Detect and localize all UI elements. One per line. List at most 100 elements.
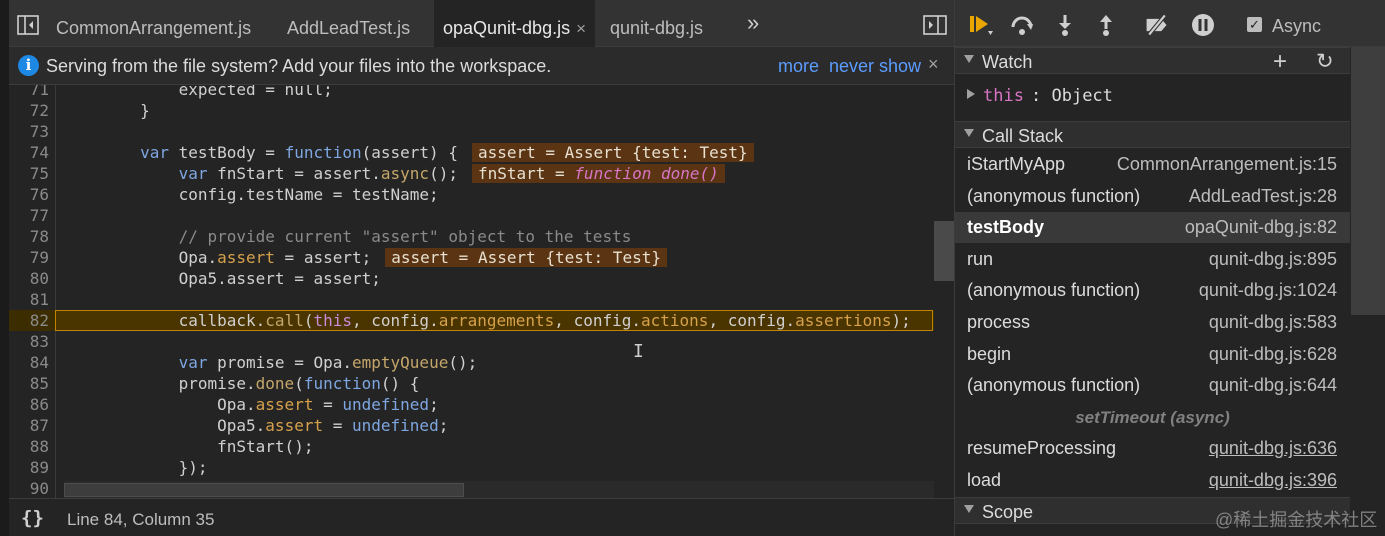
collapse-triangle-icon[interactable] xyxy=(964,505,974,513)
infobar-close-icon[interactable]: × xyxy=(928,54,939,75)
deactivate-breakpoints-icon[interactable] xyxy=(1144,13,1170,37)
async-call-frame[interactable]: resumeProcessing qunit-dbg.js:636 xyxy=(955,433,1350,464)
line-number[interactable]: 77 xyxy=(9,205,49,226)
code-line[interactable]: 83 xyxy=(9,331,934,352)
line-number[interactable]: 85 xyxy=(9,373,49,394)
line-number[interactable]: 82 xyxy=(9,310,49,331)
tab-overflow-icon[interactable]: » xyxy=(747,10,759,36)
add-watch-icon[interactable]: + xyxy=(1273,48,1287,76)
line-number[interactable]: 73 xyxy=(9,121,49,142)
pretty-print-button[interactable]: {} xyxy=(21,507,44,529)
editor-scrollbar-thumb[interactable] xyxy=(934,221,954,281)
collapse-triangle-icon[interactable] xyxy=(964,129,974,137)
call-stack-section-header[interactable]: Call Stack xyxy=(955,121,1350,148)
execution-line[interactable]: 82 callback.call(this, config.arrangemen… xyxy=(9,310,934,331)
call-frame[interactable]: (anonymous function) qunit-dbg.js:644 xyxy=(955,370,1350,401)
call-frame[interactable]: run qunit-dbg.js:895 xyxy=(955,244,1350,275)
line-number[interactable]: 78 xyxy=(9,226,49,247)
infobar-never-show-link[interactable]: never show xyxy=(829,56,921,77)
frame-function-name: load xyxy=(967,470,1002,490)
editor-pane: CommonArrangement.js AddLeadTest.js opaQ… xyxy=(0,0,954,536)
code-line[interactable]: 88 fnStart(); xyxy=(9,436,934,457)
line-number[interactable]: 71 xyxy=(9,85,49,100)
code-text: var fnStart = assert.async(); fnStart = f… xyxy=(63,163,725,184)
line-number[interactable]: 79 xyxy=(9,247,49,268)
call-frame[interactable]: (anonymous function) qunit-dbg.js:1024 xyxy=(955,275,1350,306)
code-line[interactable]: 86 Opa.assert = undefined; xyxy=(9,394,934,415)
debugger-sections: Watch + ↻ this : Object Call Stack iStar… xyxy=(955,47,1350,536)
code-line[interactable]: 84 var promise = Opa.emptyQueue(); xyxy=(9,352,934,373)
code-line[interactable]: 80 Opa5.assert = assert; xyxy=(9,268,934,289)
line-number[interactable]: 74 xyxy=(9,142,49,163)
line-number[interactable]: 83 xyxy=(9,331,49,352)
code-text: callback.call(this, config.arrangements,… xyxy=(63,311,911,330)
line-number[interactable]: 89 xyxy=(9,457,49,478)
pause-on-exceptions-icon[interactable] xyxy=(1190,13,1216,37)
code-line[interactable]: 79 Opa.assert = assert; assert = Assert {… xyxy=(9,247,934,268)
call-frame[interactable]: process qunit-dbg.js:583 xyxy=(955,307,1350,338)
code-text: expected = null; xyxy=(63,85,333,99)
line-number[interactable]: 88 xyxy=(9,436,49,457)
tab-addleadtest[interactable]: AddLeadTest.js xyxy=(287,0,410,47)
refresh-watch-icon[interactable]: ↻ xyxy=(1316,49,1334,74)
editor-horizontal-scrollbar[interactable] xyxy=(64,481,934,498)
async-label[interactable]: Async xyxy=(1272,16,1321,37)
watch-expression[interactable]: this : Object xyxy=(955,84,1350,111)
line-number[interactable]: 76 xyxy=(9,184,49,205)
code-line[interactable]: 72 } xyxy=(9,100,934,121)
debugger-sidebar: ✓ Async Watch + ↻ this : Object Call Sta… xyxy=(954,0,1385,536)
editor-vertical-scrollbar[interactable] xyxy=(934,85,954,498)
frame-location-link[interactable]: qunit-dbg.js:396 xyxy=(1209,470,1337,491)
watch-section-header[interactable]: Watch + ↻ xyxy=(955,47,1350,76)
code-line[interactable]: 89 }); xyxy=(9,457,934,478)
code-line[interactable]: 74 var testBody = function(assert) {asse… xyxy=(9,142,934,163)
workspace-infobar: i Serving from the file system? Add your… xyxy=(9,47,954,85)
collapse-triangle-icon[interactable] xyxy=(964,55,974,63)
call-frame[interactable]: iStartMyApp CommonArrangement.js:15 xyxy=(955,149,1350,180)
tab-commonarrangement[interactable]: CommonArrangement.js xyxy=(56,0,251,47)
call-frame[interactable]: begin qunit-dbg.js:628 xyxy=(955,339,1350,370)
code-line[interactable]: 71 expected = null; xyxy=(9,85,934,100)
step-over-icon[interactable] xyxy=(1009,13,1035,37)
resume-icon[interactable] xyxy=(968,13,994,37)
debugger-scrollbar[interactable] xyxy=(1351,47,1385,536)
frame-location-link[interactable]: qunit-dbg.js:636 xyxy=(1209,438,1337,459)
code-line[interactable]: 78 // provide current "assert" object to… xyxy=(9,226,934,247)
frame-function-name: (anonymous function) xyxy=(967,185,1141,206)
scrollbar-thumb[interactable] xyxy=(64,483,464,497)
code-line[interactable]: 77 xyxy=(9,205,934,226)
tab-qunit[interactable]: qunit-dbg.js xyxy=(610,0,703,47)
call-frame[interactable]: testBody opaQunit-dbg.js:82 xyxy=(955,212,1350,244)
tab-label: AddLeadTest.js xyxy=(287,18,411,38)
line-number[interactable]: 72 xyxy=(9,100,49,121)
code-line[interactable]: 85 promise.done(function() { xyxy=(9,373,934,394)
step-into-icon[interactable] xyxy=(1052,13,1078,37)
frame-function-name: iStartMyApp xyxy=(967,154,1066,174)
infobar-more-link[interactable]: more xyxy=(778,56,819,77)
code-line[interactable]: 87 Opa5.assert = undefined; xyxy=(9,415,934,436)
line-number[interactable]: 81 xyxy=(9,289,49,310)
expand-triangle-icon[interactable] xyxy=(967,89,975,99)
line-number[interactable]: 90 xyxy=(9,478,49,498)
toggle-navigator-icon[interactable] xyxy=(17,15,39,35)
step-out-icon[interactable] xyxy=(1093,13,1119,37)
code-line[interactable]: 75 var fnStart = assert.async(); fnStart … xyxy=(9,163,934,184)
code-editor[interactable]: 71 expected = null; 72 } 73 74 var testBody… xyxy=(9,85,954,498)
toggle-debugger-icon[interactable] xyxy=(923,15,947,35)
code-line[interactable]: 81 xyxy=(9,289,934,310)
scrollbar-thumb[interactable] xyxy=(1351,47,1385,315)
line-number[interactable]: 84 xyxy=(9,352,49,373)
code-text: promise.done(function() { xyxy=(63,374,420,393)
line-number[interactable]: 87 xyxy=(9,415,49,436)
line-number[interactable]: 86 xyxy=(9,394,49,415)
code-line[interactable]: 73 xyxy=(9,121,934,142)
code-line[interactable]: 76 config.testName = testName; xyxy=(9,184,934,205)
line-number[interactable]: 75 xyxy=(9,163,49,184)
code-text: }); xyxy=(63,458,208,477)
cursor-position: Line 84, Column 35 xyxy=(67,510,215,529)
call-frame[interactable]: (anonymous function) AddLeadTest.js:28 xyxy=(955,181,1350,212)
line-number[interactable]: 80 xyxy=(9,268,49,289)
tab-opaqunit[interactable]: opaQunit-dbg.js × xyxy=(434,0,596,48)
async-checkbox[interactable]: ✓ xyxy=(1247,17,1262,32)
async-call-frame[interactable]: load qunit-dbg.js:396 xyxy=(955,465,1350,496)
